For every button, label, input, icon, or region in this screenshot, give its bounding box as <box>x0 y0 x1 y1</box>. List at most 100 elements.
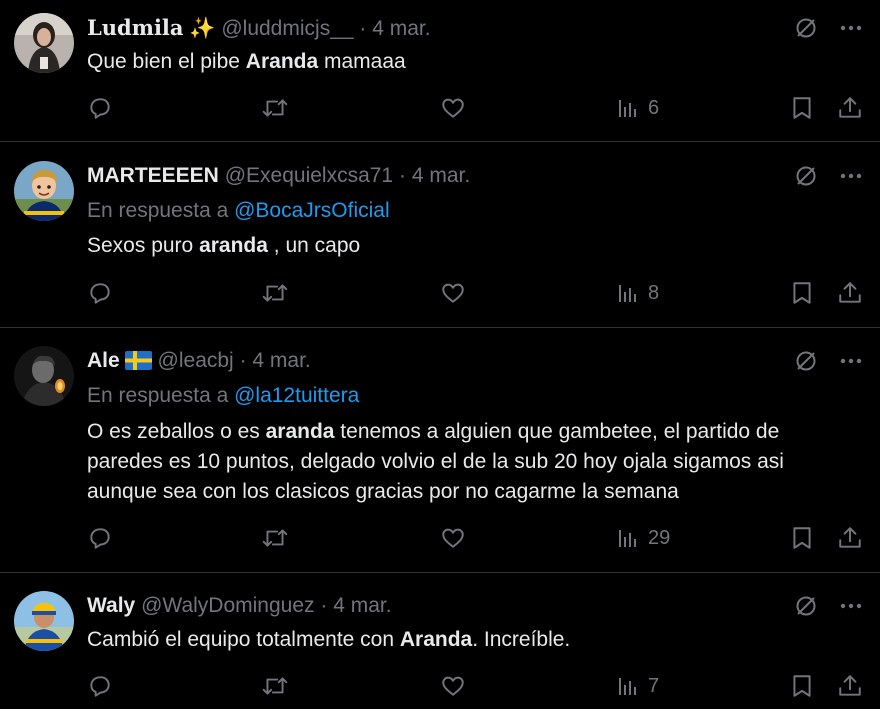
views-button[interactable]: 6 <box>616 95 659 121</box>
avatar[interactable] <box>14 13 74 73</box>
grok-icon[interactable] <box>794 594 818 623</box>
retweet-button[interactable] <box>261 280 289 306</box>
user-handle[interactable]: @WalyDominguez <box>141 594 314 617</box>
display-name[interactable]: Waly <box>87 594 135 617</box>
reply-button[interactable] <box>87 525 113 551</box>
view-count: 8 <box>648 281 660 304</box>
action-bar: 6 <box>87 95 864 125</box>
top-icons <box>794 349 862 378</box>
view-count: 29 <box>648 526 671 549</box>
reply-button[interactable] <box>87 95 113 121</box>
views-button[interactable]: 8 <box>616 280 659 306</box>
action-bar: 29 <box>87 525 864 555</box>
share-button[interactable] <box>837 95 863 121</box>
tweet[interactable]: Waly @WalyDominguez · 4 mar. Cambió el e… <box>0 573 880 709</box>
retweet-icon <box>262 284 288 302</box>
like-button[interactable] <box>440 280 466 306</box>
display-name[interactable]: Ale <box>87 349 120 372</box>
more-icon[interactable] <box>840 16 862 45</box>
tweet[interactable]: MARTEEEEN @Exequielxcsa71 · 4 mar. En re… <box>0 142 880 327</box>
like-button[interactable] <box>440 673 466 699</box>
retweet-button[interactable] <box>261 525 289 551</box>
reply-icon <box>90 676 110 697</box>
bookmark-button[interactable] <box>791 95 813 121</box>
views-icon <box>619 678 636 695</box>
reply-prefix: En respuesta a <box>87 384 235 407</box>
share-icon <box>839 282 861 303</box>
share-button[interactable] <box>837 525 863 551</box>
tweet[interactable]: Ale @leacbj · 4 mar. En respuesta a @la1… <box>0 328 880 572</box>
bookmark-icon <box>793 282 811 304</box>
reply-button[interactable] <box>87 673 113 699</box>
like-button[interactable] <box>440 95 466 121</box>
tweet-text: Sexos puro aranda , un capo <box>87 234 361 257</box>
tweet-date[interactable]: 4 mar. <box>412 164 470 187</box>
separator-dot: · <box>398 164 406 187</box>
sweden-flag-icon <box>124 350 152 378</box>
avatar[interactable] <box>14 346 74 406</box>
retweet-button[interactable] <box>261 95 289 121</box>
user-handle[interactable]: @Exequielxcsa71 <box>225 164 393 187</box>
share-button[interactable] <box>837 280 863 306</box>
bookmark-button[interactable] <box>791 525 813 551</box>
avatar[interactable] <box>14 161 74 221</box>
grok-icon[interactable] <box>794 349 818 378</box>
separator-dot: · <box>359 17 367 40</box>
display-name[interactable]: MARTEEEEN <box>87 164 219 187</box>
bookmark-button[interactable] <box>791 280 813 306</box>
tweet-date[interactable]: 4 mar. <box>252 349 310 372</box>
mention-link[interactable]: @BocaJrsOficial <box>234 199 390 222</box>
top-icons <box>794 16 862 45</box>
bookmark-button[interactable] <box>791 673 813 699</box>
highlight-term: Aranda <box>399 628 473 651</box>
views-button[interactable]: 7 <box>616 673 659 699</box>
display-name[interactable]: Ludmila <box>87 15 184 40</box>
share-button[interactable] <box>837 673 863 699</box>
top-icons <box>794 594 862 623</box>
grok-icon[interactable] <box>794 164 818 193</box>
bookmark-icon <box>793 527 811 549</box>
like-button[interactable] <box>440 525 466 551</box>
more-icon[interactable] <box>840 349 862 378</box>
sparkles-emoji: ✨ <box>189 17 216 40</box>
reply-prefix: En respuesta a <box>87 199 235 222</box>
more-icon[interactable] <box>840 594 862 623</box>
like-icon <box>442 98 464 118</box>
reply-icon <box>90 528 110 549</box>
mention-link[interactable]: @la12tuittera <box>234 384 359 407</box>
user-handle[interactable]: @leacbj <box>158 349 234 372</box>
reply-button[interactable] <box>87 280 113 306</box>
like-icon <box>442 528 464 548</box>
tweet-date[interactable]: 4 mar. <box>372 17 430 40</box>
like-icon <box>442 283 464 303</box>
retweet-button[interactable] <box>261 673 289 699</box>
tweet-text: O es zeballos o es aranda tenemos a algu… <box>87 420 784 503</box>
separator-dot: · <box>239 349 247 372</box>
user-handle[interactable]: @luddmicjs__ <box>221 17 353 40</box>
grok-icon[interactable] <box>794 16 818 45</box>
share-icon <box>839 527 861 548</box>
tweet-header: Ale @leacbj · 4 mar. <box>87 347 311 378</box>
reply-context: En respuesta a @la12tuittera <box>87 382 359 410</box>
tweet-header: MARTEEEEN @Exequielxcsa71 · 4 mar. <box>87 162 470 190</box>
share-icon <box>839 675 861 696</box>
action-bar: 8 <box>87 280 864 310</box>
tweet-date[interactable]: 4 mar. <box>333 594 391 617</box>
avatar[interactable] <box>14 591 74 651</box>
like-icon <box>442 676 464 696</box>
reply-context: En respuesta a @BocaJrsOficial <box>87 197 390 225</box>
views-icon <box>619 100 636 117</box>
views-button[interactable]: 29 <box>616 525 670 551</box>
retweet-icon <box>262 529 288 547</box>
tweet-text: Que bien el pibe Aranda mamaaa <box>87 50 406 73</box>
view-count: 7 <box>648 674 660 697</box>
bookmark-icon <box>793 97 811 119</box>
highlight-term: Aranda <box>245 50 319 73</box>
more-icon[interactable] <box>840 164 862 193</box>
tweet[interactable]: Ludmila ✨ @luddmicjs__ · 4 mar. Que bien… <box>0 0 880 141</box>
action-bar: 7 <box>87 673 864 703</box>
view-count: 6 <box>648 96 660 119</box>
separator-dot: · <box>320 594 328 617</box>
highlight-term: aranda <box>265 420 335 443</box>
tweet-header: Waly @WalyDominguez · 4 mar. <box>87 592 392 620</box>
